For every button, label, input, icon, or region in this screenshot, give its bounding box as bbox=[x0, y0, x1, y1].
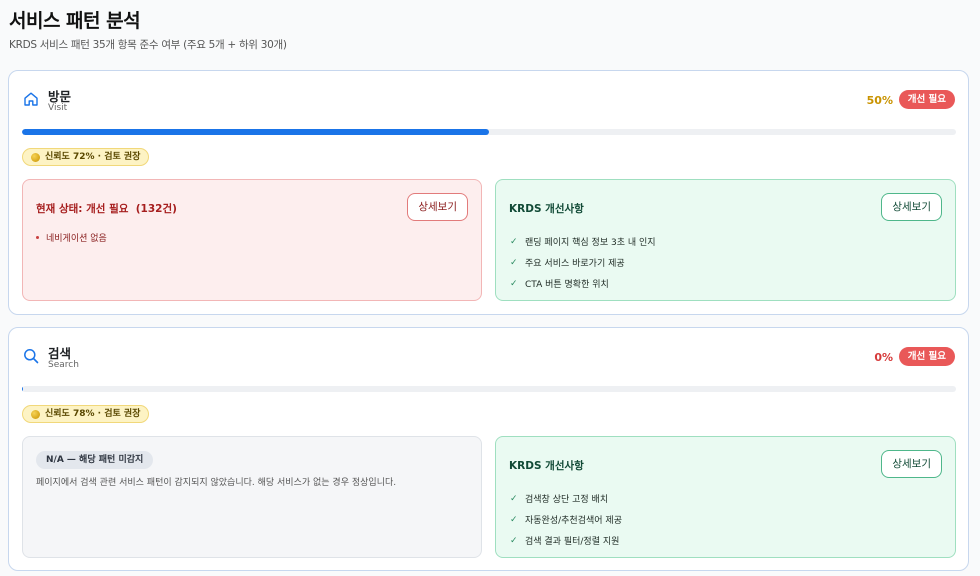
current-status-heading: 현재 상태: 개선 필요 (132건) bbox=[36, 203, 177, 215]
card-subtitle: Search bbox=[48, 360, 79, 370]
page-subtitle: KRDS 서비스 패턴 35개 항목 준수 여부 (주요 5개 + 하위 30개… bbox=[9, 39, 287, 51]
progress-bar bbox=[22, 386, 956, 392]
list-item: ✓ 랜딩 페이지 핵심 정보 3초 내 인지 bbox=[510, 236, 656, 249]
check-icon: ✓ bbox=[510, 514, 518, 525]
status-badge: 개선 필요 bbox=[898, 347, 955, 366]
krds-improvement-panel: KRDS 개선사항 상세보기 ✓ 검색창 상단 고정 배치 ✓ 자동완성/추천검색어… bbox=[495, 436, 956, 558]
detail-button[interactable]: 상세보기 bbox=[881, 450, 942, 478]
pattern-card-search: 검색 Search 0% 개선 필요 신뢰도 78% · 검토 권장 N/A —… bbox=[8, 327, 969, 571]
search-icon bbox=[24, 349, 39, 364]
current-status-panel: N/A — 해당 패턴 미감지 페이지에서 검색 관련 서비스 패턴이 감지되지… bbox=[22, 436, 482, 558]
improvement-list: ✓ 랜딩 페이지 핵심 정보 3초 내 인지 ✓ 주요 서비스 바로가기 제공 ✓ C… bbox=[510, 231, 656, 294]
list-item: ✓ 검색 결과 필터/정렬 지원 bbox=[510, 535, 620, 548]
check-icon: ✓ bbox=[510, 535, 518, 546]
krds-improvement-panel: KRDS 개선사항 상세보기 ✓ 랜딩 페이지 핵심 정보 3초 내 인지 ✓ 주요… bbox=[495, 179, 956, 301]
issue-list: 네비게이션 없음 bbox=[36, 231, 107, 244]
confidence-badge: 신뢰도 78% · 검토 권장 bbox=[22, 405, 150, 423]
card-subtitle: Visit bbox=[48, 103, 68, 113]
progress-fill bbox=[22, 129, 489, 135]
detail-button[interactable]: 상세보기 bbox=[407, 193, 468, 221]
list-item: ✓ 검색창 상단 고정 배치 bbox=[510, 493, 609, 506]
check-icon: ✓ bbox=[510, 257, 518, 268]
home-icon bbox=[24, 92, 38, 106]
check-icon: ✓ bbox=[510, 493, 518, 504]
krds-heading: KRDS 개선사항 bbox=[509, 460, 584, 472]
confidence-label: 신뢰도 72% · 검토 권장 bbox=[45, 152, 141, 162]
improvement-list: ✓ 검색창 상단 고정 배치 ✓ 자동완성/추천검색어 제공 ✓ 검색 결과 필터/정… bbox=[510, 488, 622, 551]
check-icon: ✓ bbox=[510, 236, 518, 247]
coin-icon bbox=[31, 409, 40, 419]
bullet-icon bbox=[36, 236, 39, 239]
list-item: ✓ CTA 버튼 명확한 위치 bbox=[510, 278, 609, 291]
pattern-card-visit: 방문 Visit 50% 개선 필요 신뢰도 72% · 검토 권장 현재 상태… bbox=[8, 70, 969, 315]
progress-fill bbox=[22, 386, 23, 392]
detail-button[interactable]: 상세보기 bbox=[881, 193, 942, 221]
list-item: ✓ 주요 서비스 바로가기 제공 bbox=[510, 257, 625, 270]
krds-heading: KRDS 개선사항 bbox=[509, 203, 584, 215]
confidence-label: 신뢰도 78% · 검토 권장 bbox=[45, 409, 141, 419]
na-chip: N/A — 해당 패턴 미감지 bbox=[36, 451, 154, 469]
current-status-panel: 현재 상태: 개선 필요 (132건) 상세보기 네비게이션 없음 bbox=[22, 179, 482, 301]
status-badge: 개선 필요 bbox=[898, 90, 955, 109]
coin-icon bbox=[31, 152, 40, 162]
confidence-badge: 신뢰도 72% · 검토 권장 bbox=[22, 148, 150, 166]
na-description: 페이지에서 검색 관련 서비스 패턴이 감지되지 않았습니다. 해당 서비스가 … bbox=[36, 478, 397, 488]
check-icon: ✓ bbox=[510, 278, 518, 289]
list-item: 네비게이션 없음 bbox=[36, 231, 107, 244]
compliance-percent: 50% bbox=[866, 94, 893, 107]
compliance-percent: 0% bbox=[874, 351, 893, 364]
page-title: 서비스 패턴 분석 bbox=[9, 10, 141, 32]
progress-bar bbox=[22, 129, 956, 135]
list-item: ✓ 자동완성/추천검색어 제공 bbox=[510, 514, 622, 527]
